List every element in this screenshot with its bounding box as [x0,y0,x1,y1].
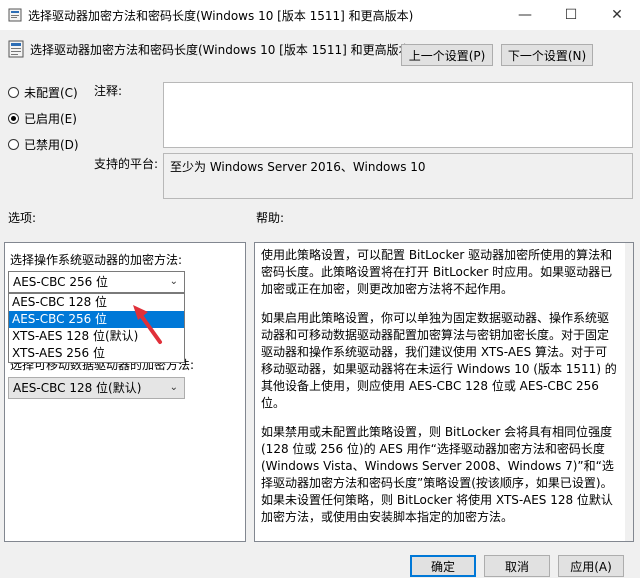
radio-dot[interactable] [8,86,19,98]
removable-drive-method-value: AES-CBC 128 位(默认) [13,381,142,395]
help-paragraph: 使用此策略设置，可以配置 BitLocker 驱动器加密所使用的算法和密码长度。… [261,248,613,296]
radio-dot[interactable] [8,112,19,124]
next-setting-button[interactable]: 下一个设置(N) [501,44,593,66]
comment-textarea[interactable] [163,82,633,148]
comment-label: 注释: [94,84,123,98]
radio-enabled[interactable]: 已启用(E) [8,110,77,126]
radio-label: 已启用(E) [24,111,77,126]
minimize-button[interactable]: — [502,0,548,30]
previous-setting-button[interactable]: 上一个设置(P) [401,44,493,66]
policy-icon [8,40,24,58]
apply-button[interactable]: 应用(A) [558,555,624,577]
supported-platforms-field: 至少为 Windows Server 2016、Windows 10 [163,153,633,199]
help-heading: 帮助: [256,211,285,225]
os-drive-method-select[interactable]: AES-CBC 256 位 ⌄ [8,271,185,293]
maximize-button[interactable]: ☐ [548,0,594,30]
chevron-down-icon[interactable]: ⌄ [170,272,178,292]
help-panel: 使用此策略设置，可以配置 BitLocker 驱动器加密所使用的算法和密码长度。… [254,242,634,542]
annotation-arrow-icon [133,305,162,344]
chevron-down-icon[interactable]: ⌄ [170,378,178,398]
help-scrollbar[interactable] [625,243,633,541]
radio-not-configured[interactable]: 未配置(C) [8,84,78,100]
radio-disabled[interactable]: 已禁用(D) [8,136,79,152]
window-title: 选择驱动器加密方法和密码长度(Windows 10 [版本 1511] 和更高版… [28,9,414,23]
ok-button[interactable]: 确定 [410,555,476,577]
removable-drive-method-select[interactable]: AES-CBC 128 位(默认) ⌄ [8,377,185,399]
radio-dot[interactable] [8,138,19,150]
help-paragraph: 如果启用此策略设置，你可以单独为固定数据驱动器、操作系统驱动器和可移动数据驱动器… [261,311,617,410]
os-drive-method-value: AES-CBC 256 位 [13,275,109,289]
title-bar: 选择驱动器加密方法和密码长度(Windows 10 [版本 1511] 和更高版… [0,0,640,30]
policy-icon [8,8,22,22]
radio-label: 未配置(C) [24,85,78,100]
dropdown-option[interactable]: XTS-AES 256 位 [9,345,184,362]
radio-label: 已禁用(D) [24,137,79,152]
options-heading: 选项: [8,211,37,225]
supported-platforms-label: 支持的平台: [94,157,159,171]
policy-title: 选择驱动器加密方法和密码长度(Windows 10 [版本 1511] 和更高版… [30,43,416,57]
help-paragraph: 如果禁用或未配置此策略设置，则 BitLocker 会将具有相同位强度(128 … [261,425,614,524]
close-button[interactable]: ✕ [594,0,640,30]
cancel-button[interactable]: 取消 [484,555,550,577]
os-drive-method-label: 选择操作系统驱动器的加密方法: [10,253,183,267]
